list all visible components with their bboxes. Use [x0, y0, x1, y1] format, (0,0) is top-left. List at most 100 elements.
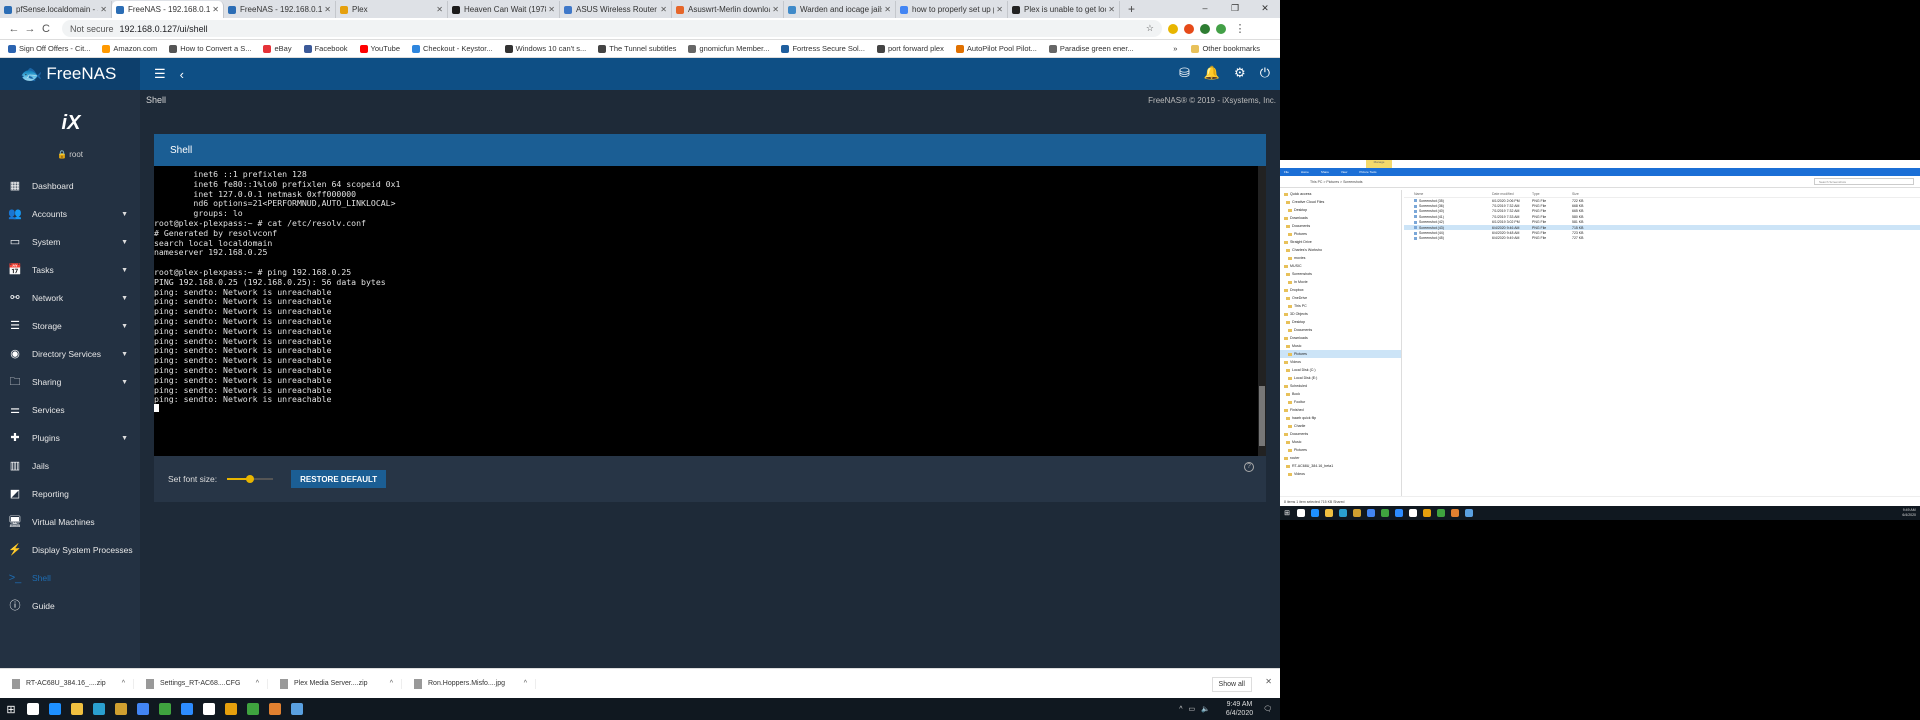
bookmark-item[interactable]: AutoPilot Pool Pilot... [955, 44, 1037, 53]
tree-node[interactable]: RT-AC68U_384.16_beta1 [1280, 462, 1401, 470]
tree-node[interactable]: Pictures [1280, 350, 1401, 358]
tree-node[interactable]: haarb quick flip [1280, 414, 1401, 422]
taskbar-app-icon[interactable] [198, 698, 220, 720]
extension-icon[interactable] [1216, 23, 1226, 34]
bookmark-item[interactable]: Windows 10 can't s... [504, 44, 586, 53]
start-button[interactable]: ⊞ [0, 698, 22, 720]
bookmark-item[interactable]: Sign Off Offers - Cit... [8, 44, 90, 53]
forward-icon[interactable]: → [22, 23, 38, 35]
show-all-button[interactable]: Show all [1211, 677, 1252, 692]
bookmark-item[interactable]: gnomicfun Member... [688, 44, 769, 53]
explorer-path[interactable]: This PC > Pictures > Screenshots [1310, 180, 1363, 184]
tree-node[interactable]: Bock [1280, 390, 1401, 398]
tree-node[interactable]: Music [1280, 342, 1401, 350]
browser-tab[interactable]: Heaven Can Wait (1978) ✕ [448, 1, 560, 18]
tree-node[interactable]: Charlie [1280, 422, 1401, 430]
ribbon-tab[interactable]: Picture Tools [1359, 170, 1376, 174]
taskbar-app-icon[interactable] [286, 698, 308, 720]
tree-node[interactable]: Local Disk (C:) [1280, 366, 1401, 374]
bookmark-item[interactable]: Facebook [303, 44, 348, 53]
font-size-slider[interactable] [227, 472, 274, 486]
bookmark-item[interactable]: eBay [263, 44, 292, 53]
tab-close-icon[interactable]: ✕ [996, 5, 1003, 14]
back-icon[interactable]: ← [6, 23, 22, 35]
explorer-search[interactable]: Search Screenshots [1814, 178, 1914, 185]
sidebar-item-network[interactable]: ⚯ Network ▼ [0, 284, 140, 312]
manage-tab[interactable]: Manage [1366, 160, 1392, 168]
other-bookmarks[interactable]: Other bookmarks [1191, 44, 1260, 53]
extension-icon[interactable] [1168, 23, 1178, 34]
taskbar-app-icon[interactable] [1378, 506, 1392, 520]
menu-toggle-icon[interactable]: ☰ [154, 66, 166, 82]
taskbar-app-icon[interactable] [220, 698, 242, 720]
sidebar-item-reporting[interactable]: ◩ Reporting [0, 480, 140, 508]
browser-tab[interactable]: ASUS Wireless Router RT✕ [560, 1, 672, 18]
task-manager-icon[interactable]: ⛁ [1179, 65, 1190, 81]
taskbar-app-icon[interactable] [1294, 506, 1308, 520]
sidebar-item-storage[interactable]: ☰ Storage ▼ [0, 312, 140, 340]
taskbar-app-icon[interactable] [1462, 506, 1476, 520]
tab-close-icon[interactable]: ✕ [660, 5, 667, 14]
reload-icon[interactable]: C [38, 23, 54, 35]
taskbar-app-icon[interactable] [1434, 506, 1448, 520]
tree-node[interactable]: 3D Objects [1280, 310, 1401, 318]
power-icon[interactable]: ⏻ [1260, 65, 1270, 81]
tab-close-icon[interactable]: ✕ [548, 5, 555, 14]
tab-close-icon[interactable]: ✕ [436, 5, 443, 14]
slider-knob[interactable] [246, 475, 255, 483]
tray-chevron-icon[interactable]: ^ [1179, 706, 1182, 713]
tree-node[interactable]: This PC [1280, 302, 1401, 310]
terminal-scrollbar[interactable] [1258, 166, 1266, 456]
taskbar-app-icon[interactable] [1420, 506, 1434, 520]
taskbar-app-icon[interactable] [176, 698, 198, 720]
taskbar-app-icon[interactable] [1364, 506, 1378, 520]
url-text[interactable]: 192.168.0.127/ui/shell [120, 24, 208, 34]
tree-node[interactable]: Documents [1280, 430, 1401, 438]
download-item[interactable]: RT-AC68U_384.16_....zip ^ [0, 678, 134, 689]
tree-node[interactable]: Finished [1280, 406, 1401, 414]
sidebar-item-directory-services[interactable]: ◉ Directory Services ▼ [0, 340, 140, 368]
tab-close-icon[interactable]: ✕ [884, 5, 891, 14]
sidebar-item-dashboard[interactable]: ▦ Dashboard [0, 172, 140, 200]
tab-close-icon[interactable]: ✕ [100, 5, 107, 14]
notifications-icon[interactable]: 🔔 [1204, 65, 1220, 81]
sidebar-item-guide[interactable]: ⓘ Guide [0, 592, 140, 620]
browser-tab[interactable]: pfSense.localdomain - St ✕ [0, 1, 112, 18]
taskbar-app-icon[interactable] [264, 698, 286, 720]
bookmark-item[interactable]: port forward plex [876, 44, 944, 53]
ribbon-tab[interactable]: View [1341, 170, 1347, 174]
tree-node[interactable]: Pictures [1280, 230, 1401, 238]
bookmark-item[interactable]: Amazon.com [102, 44, 157, 53]
minimize-button[interactable]: – [1190, 0, 1220, 16]
browser-menu-icon[interactable]: ⋮ [1232, 22, 1248, 35]
taskbar-app-icon[interactable] [1350, 506, 1364, 520]
browser-tab[interactable]: Plex ✕ [336, 1, 448, 18]
close-window-button[interactable]: ✕ [1250, 0, 1280, 16]
sidebar-item-sharing[interactable]: 🗀 Sharing ▼ [0, 368, 140, 396]
browser-tab[interactable]: FreeNAS - 192.168.0.165 ✕ [224, 1, 336, 18]
tree-node[interactable]: Dropbox [1280, 286, 1401, 294]
browser-tab[interactable]: Plex is unable to get loca ✕ [1008, 1, 1120, 18]
taskbar-app-icon[interactable] [1448, 506, 1462, 520]
download-item[interactable]: Ron.Hoppers.Misfo....jpg ^ [402, 678, 536, 689]
sidebar-item-services[interactable]: ⚌ Services [0, 396, 140, 424]
second-clock[interactable]: 9:49 AM 6/4/2020 [1902, 508, 1916, 518]
settings-gear-icon[interactable]: ⚙ [1234, 65, 1246, 81]
collapse-icon[interactable]: ‹ [180, 67, 184, 82]
close-downloads-icon[interactable]: ✕ [1265, 677, 1272, 686]
browser-tab[interactable]: Asuswrt-Merlin downloa ✕ [672, 1, 784, 18]
sidebar-item-jails[interactable]: ▥ Jails [0, 452, 140, 480]
bookmark-item[interactable]: The Tunnel subtitles [598, 44, 676, 53]
tab-close-icon[interactable]: ✕ [772, 5, 779, 14]
tab-close-icon[interactable]: ✕ [212, 5, 219, 14]
sidebar-item-tasks[interactable]: 📅 Tasks ▼ [0, 256, 140, 284]
tree-node[interactable]: Charles's Worksho [1280, 246, 1401, 254]
taskbar-app-icon[interactable] [132, 698, 154, 720]
omnibox[interactable]: Not secure 192.168.0.127/ui/shell ☆ [62, 20, 1162, 37]
restore-default-button[interactable]: RESTORE DEFAULT [291, 470, 387, 488]
tree-node[interactable]: router [1280, 454, 1401, 462]
start-button[interactable]: ⊞ [1280, 506, 1294, 520]
tree-node[interactable]: Quick access [1280, 190, 1401, 198]
tree-node[interactable]: MUSIC [1280, 262, 1401, 270]
bookmark-item[interactable]: Paradise green ener... [1048, 44, 1134, 53]
